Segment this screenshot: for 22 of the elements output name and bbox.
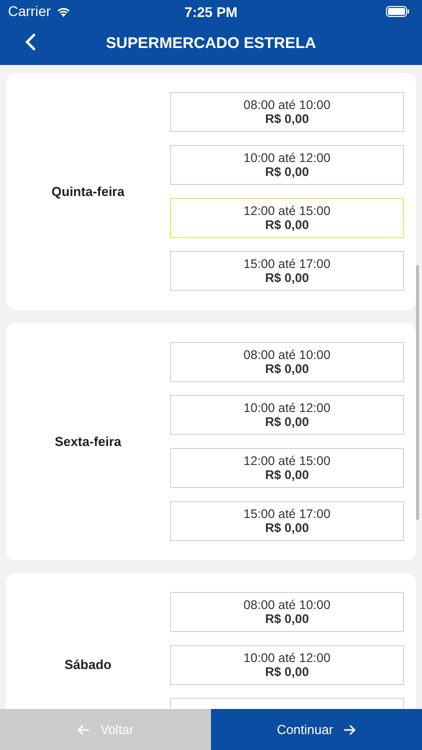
day-label: Sexta-feira — [54, 432, 122, 451]
carrier-label: Carrier — [8, 2, 51, 20]
time-slot-button[interactable]: 08:00 até 10:00 R$ 0,00 — [170, 342, 404, 382]
time-slot-button[interactable]: 08:00 até 10:00 R$ 0,00 — [170, 92, 404, 132]
time-slot-button[interactable]: 10:00 até 12:00 R$ 0,00 — [170, 395, 404, 435]
time-slot-button[interactable]: 12:00 até 15:00 R$ 0,00 — [170, 448, 404, 488]
day-label: Quinta-feira — [52, 182, 124, 201]
wifi-icon — [56, 6, 71, 16]
arrow-right-icon — [343, 724, 356, 736]
clock: 7:25 PM — [184, 3, 238, 22]
day-label: Sábado — [64, 656, 112, 674]
time-slot-button[interactable]: 15:00 até 17:00 R$ 0,00 — [170, 251, 404, 291]
battery-icon — [386, 6, 410, 16]
time-slot-button[interactable]: 08:00 até 10:00 R$ 0,00 — [170, 592, 404, 632]
time-slot-button[interactable]: 12:00 até 15:00 R$ 0,00 — [170, 198, 404, 238]
back-button[interactable] — [24, 33, 36, 51]
arrow-left-icon — [77, 724, 90, 736]
page-title: SUPERMERCADO ESTRELA — [106, 34, 316, 54]
continue-button[interactable]: Continuar — [211, 709, 422, 750]
time-slot-button[interactable]: 10:00 até 12:00 R$ 0,00 — [170, 145, 404, 185]
time-slot-button[interactable]: 10:00 até 12:00 R$ 0,00 — [170, 645, 404, 685]
time-slot-button[interactable]: 15:00 até 17:00 R$ 0,00 — [170, 501, 404, 541]
